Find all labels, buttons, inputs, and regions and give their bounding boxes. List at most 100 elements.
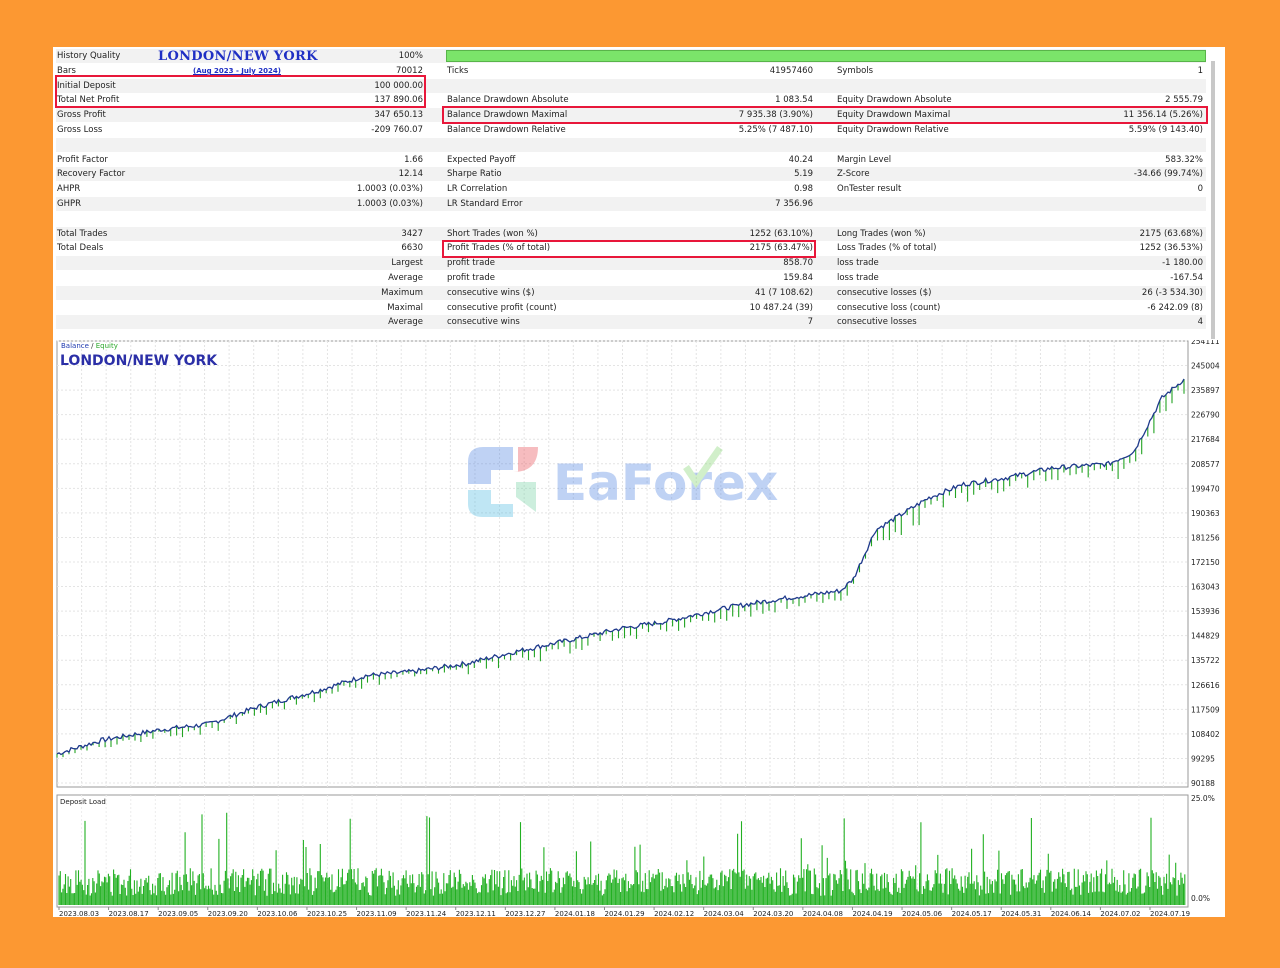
report-row: Recovery Factor 12.14 Sharpe Ratio 5.19 Z-Sc… <box>56 167 1206 182</box>
report-cell-c1v: 1.66 <box>404 154 423 165</box>
report-cell-c3v: -1 180.00 <box>1162 258 1203 269</box>
report-cell-c2v: 41957460 <box>769 65 813 76</box>
legend-separator: / <box>89 342 96 350</box>
y-tick-label: 199470 <box>1191 484 1220 493</box>
x-tick-label: 2024.05.31 <box>1001 910 1041 917</box>
report-cell-c1v: Average <box>388 273 423 283</box>
x-tick-label: 2024.05.06 <box>902 910 943 917</box>
report-title: LONDON/NEW YORK <box>158 49 318 64</box>
x-tick-label: 2023.11.24 <box>406 910 447 917</box>
report-cell-c1v: Maximum <box>381 287 423 298</box>
report-cell-c2v: 1 083.54 <box>775 95 813 106</box>
x-tick-label: 2024.03.04 <box>704 910 745 917</box>
report-cell-c2v: 7 356.96 <box>775 199 813 209</box>
y-tick-label: 181256 <box>1191 533 1220 542</box>
report-cell-c3v: 583.32% <box>1165 154 1203 165</box>
report-cell-c1v: Largest <box>391 258 423 269</box>
report-cell-c1v: 12.14 <box>398 169 423 180</box>
report-cell-c2v: 5.19 <box>794 169 813 180</box>
y-tick-label: 172150 <box>1191 558 1220 567</box>
report-cell-c3v: 5.59% (9 143.40) <box>1128 125 1203 135</box>
report-cell-c3v: 2175 (63.68%) <box>1139 228 1203 239</box>
report-cell-c1v: Average <box>388 317 423 328</box>
x-tick-label: 2024.04.08 <box>803 910 843 917</box>
y-tick-label: 190363 <box>1191 509 1220 518</box>
y-tick-label: 25.0% <box>1191 794 1215 803</box>
eaforex-logo-icon <box>468 447 538 517</box>
y-tick-label: 108402 <box>1191 730 1220 739</box>
report-cell-c2v: 858.70 <box>783 258 813 269</box>
report-cell-c3v: -167.54 <box>1170 273 1203 283</box>
y-tick-label: 144829 <box>1191 632 1220 641</box>
x-tick-label: 2023.11.09 <box>357 910 397 917</box>
report-cell-c3v: 0 <box>1197 184 1203 195</box>
main-plot-area <box>56 340 1189 788</box>
x-tick-label: 2023.08.17 <box>109 910 149 917</box>
x-tick-label: 2024.03.20 <box>753 910 793 917</box>
y-tick-label: 163043 <box>1191 583 1220 592</box>
x-tick-label: 2024.01.29 <box>605 910 645 917</box>
report-row: Average profit trade 159.84 loss trade -167.… <box>56 271 1206 285</box>
report-cell-c3v: 4 <box>1197 317 1203 328</box>
x-tick-label: 2023.12.27 <box>505 910 545 917</box>
strategy-tester-report: History Quality 100% Bars 70012 Ticks 4195746… <box>53 47 1225 917</box>
x-tick-label: 2023.12.11 <box>456 910 496 917</box>
highlight-profit-trades <box>442 240 816 258</box>
y-tick-label: 226790 <box>1191 411 1220 420</box>
y-tick-label: 217684 <box>1191 435 1220 444</box>
x-tick-label: 2024.02.12 <box>654 910 694 917</box>
x-tick-label: 2024.07.02 <box>1100 910 1140 917</box>
report-cell-c3v: 1252 (36.53%) <box>1139 243 1203 254</box>
report-cell-c1v: Maximal <box>387 302 423 313</box>
report-cell-c1v: 3427 <box>401 228 423 239</box>
legend-equity: Equity <box>96 342 118 350</box>
y-tick-label: 254111 <box>1191 340 1220 346</box>
report-row: Average consecutive wins 7 consecutive loss… <box>56 315 1206 330</box>
report-row: GHPR 1.0003 (0.03%) LR Standard Error 7 356… <box>56 197 1206 211</box>
chart-title: LONDON/NEW YORK <box>60 353 218 369</box>
report-row: Profit Factor 1.66 Expected Payoff 40.24 Mar… <box>56 153 1206 167</box>
report-row: Total Trades 3427 Short Trades (won %) 1252… <box>56 226 1206 241</box>
deposit-load-chart: Deposit Load 25.0% 0.0% 2023.08.03 2023.08.1… <box>56 794 1215 917</box>
report-cell-c3v: -6 242.09 (8) <box>1147 302 1203 313</box>
report-row: Maximum consecutive wins ($) 41 (7 108.62)… <box>56 285 1206 300</box>
x-tick-label: 2024.06.14 <box>1051 910 1092 917</box>
report-subtitle: (Aug 2023 - July 2024) <box>193 67 281 75</box>
report-cell-c3v: 26 (-3 534.30) <box>1141 287 1203 298</box>
report-cell-c3v: 2 555.79 <box>1165 95 1203 106</box>
y-tick-label: 153936 <box>1191 607 1220 616</box>
x-tick-label: 2024.04.19 <box>852 910 892 917</box>
report-cell-c2v: 10 487.24 (39) <box>749 302 813 313</box>
highlight-balance-drawdown-maximal <box>442 106 1208 124</box>
vertical-scrollbar[interactable] <box>1211 61 1215 339</box>
report-cell-c3v: 1 <box>1197 65 1203 76</box>
x-tick-label: 2023.10.06 <box>257 910 298 917</box>
x-tick-label: 2023.08.03 <box>59 910 99 917</box>
balance-equity-chart: 254111 245004 235897 226790 217684 208577 1994… <box>56 340 1220 788</box>
report-cell-c1v: -209 760.07 <box>371 125 423 135</box>
report-row <box>56 137 1206 152</box>
x-tick-label: 2024.05.17 <box>952 910 992 917</box>
x-tick-label: 2024.01.18 <box>555 910 595 917</box>
y-tick-label: 135722 <box>1191 656 1220 665</box>
y-tick-label: 235897 <box>1191 386 1220 395</box>
report-cell-c2v: 41 (7 108.62) <box>754 287 813 298</box>
report-row <box>56 212 1206 226</box>
report-cell-c2v: 0.98 <box>794 184 813 195</box>
y-tick-label: 117509 <box>1191 705 1220 714</box>
y-tick-label: 99295 <box>1191 754 1215 763</box>
legend: Balance / Equity <box>61 342 118 350</box>
report-cell-c1v: 1.0003 (0.03%) <box>356 184 423 195</box>
eaforex-watermark: EaForex <box>468 445 778 517</box>
report-cell-c1v: 1.0003 (0.03%) <box>356 199 423 209</box>
y-tick-label: 0.0% <box>1191 894 1210 903</box>
x-tick-label: 2023.09.05 <box>158 910 198 917</box>
x-tick-label: 2024.07.19 <box>1150 910 1190 917</box>
report-cell-c1v: 347 650.13 <box>374 110 423 121</box>
history-quality-bar <box>446 50 1206 62</box>
report-row: Maximal consecutive profit (count) 10 487.… <box>56 301 1206 315</box>
y-tick-label: 90188 <box>1191 779 1215 788</box>
report-cell-c2v: 1252 (63.10%) <box>749 228 813 239</box>
report-row: Gross Loss -209 760.07 Balance Drawdown Re… <box>56 123 1206 137</box>
report-cell-c2v: 40.24 <box>788 154 813 165</box>
